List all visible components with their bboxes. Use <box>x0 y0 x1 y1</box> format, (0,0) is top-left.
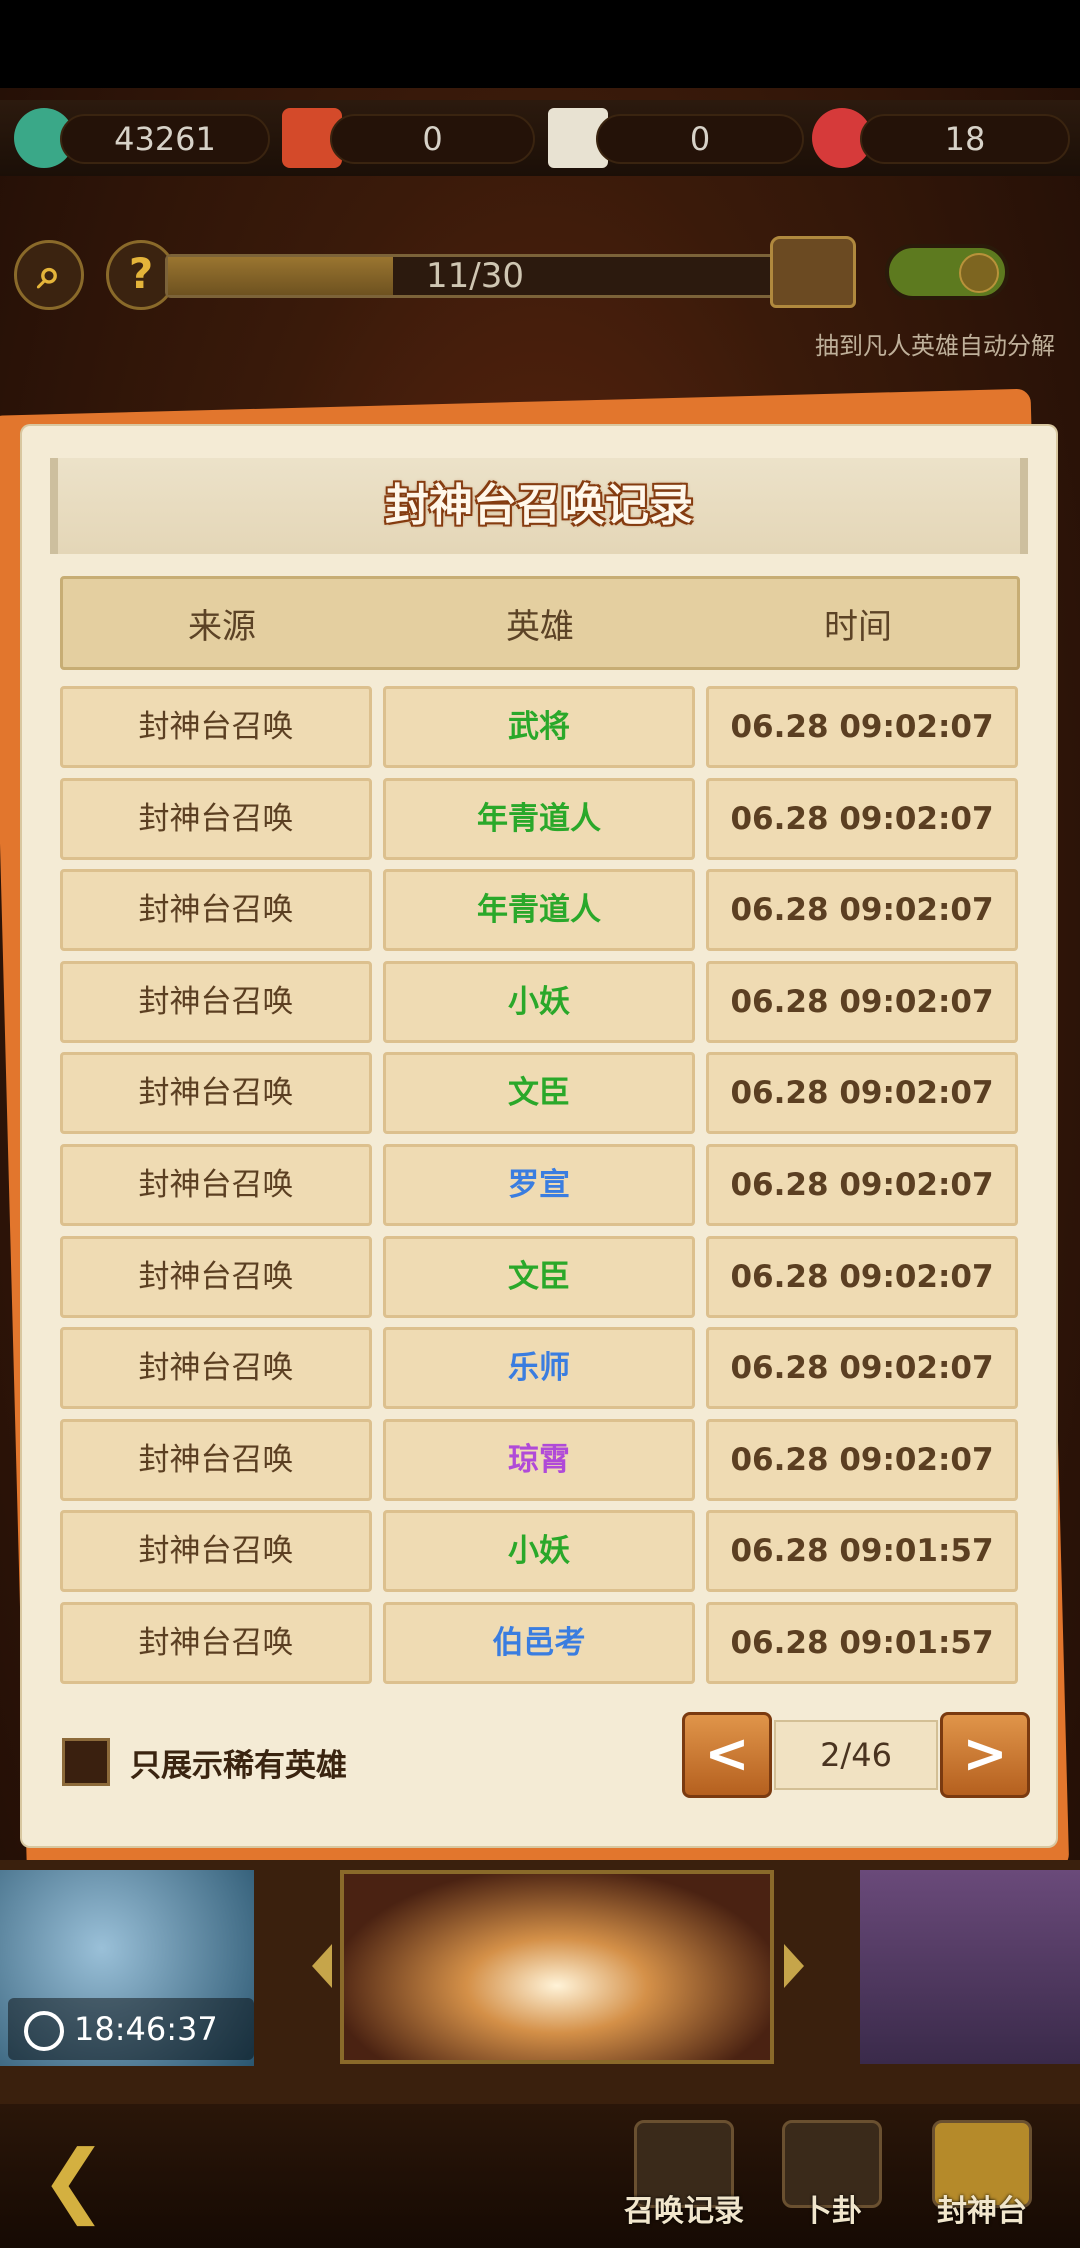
cell-hero: 文臣 <box>383 1235 695 1318</box>
next-page-button[interactable]: > <box>940 1712 1030 1798</box>
nav-summon-record[interactable]: 召唤记录 <box>614 2120 754 2248</box>
summon-portal-card[interactable] <box>340 1870 774 2064</box>
clock-icon <box>24 2011 64 2051</box>
rare-only-checkbox[interactable] <box>62 1738 110 1786</box>
currency-bar: 43261 0 0 18 <box>0 100 1080 176</box>
cell-source: 封神台召唤 <box>60 869 372 952</box>
timer-text: 18:46:37 <box>74 2010 218 2048</box>
table-row: 封神台召唤 伯邑考 06.28 09:01:57 <box>60 1601 1020 1694</box>
cell-source: 封神台召唤 <box>60 686 372 768</box>
back-arrow-icon[interactable]: ❮ <box>40 2140 150 2220</box>
jade-coin-amount: 43261 <box>60 114 270 164</box>
progress-text: 11/30 <box>426 256 524 296</box>
header-hero: 英雄 <box>506 606 574 647</box>
countdown-timer: 18:46:37 <box>8 1998 254 2060</box>
cell-hero: 武将 <box>383 686 695 768</box>
cell-source: 封神台召唤 <box>60 1510 372 1593</box>
cell-source: 封神台召唤 <box>60 1327 372 1410</box>
cell-time: 06.28 09:02:07 <box>706 1143 1018 1226</box>
cell-time: 06.28 09:02:07 <box>706 1327 1018 1410</box>
progress-bar: 11/30 <box>165 254 785 298</box>
cell-hero: 小妖 <box>383 1510 695 1593</box>
table-row: 封神台召唤 琼霄 06.28 09:02:07 <box>60 1418 1020 1511</box>
table-row: 封神台召唤 文臣 06.28 09:02:07 <box>60 1235 1020 1328</box>
table-header: 来源 英雄 时间 <box>60 576 1020 670</box>
header-time: 时间 <box>824 606 892 647</box>
cell-source: 封神台召唤 <box>60 1418 372 1501</box>
record-list[interactable]: 封神台召唤 武将 06.28 09:02:07 封神台召唤 年青道人 06.28 09:0… <box>60 686 1020 1694</box>
cell-source: 封神台召唤 <box>60 1235 372 1318</box>
auto-decompose-label: 抽到凡人英雄自动分解 <box>815 332 1055 360</box>
table-row: 封神台召唤 小妖 06.28 09:01:57 <box>60 1510 1020 1602</box>
title-banner: 封神台召唤记录 <box>50 458 1028 554</box>
cell-hero: 文臣 <box>383 1052 695 1135</box>
table-row: 封神台召唤 小妖 06.28 09:02:07 <box>60 960 1020 1053</box>
cell-time: 06.28 09:01:57 <box>706 1510 1018 1593</box>
cell-time: 06.28 09:02:07 <box>706 686 1018 768</box>
banner-right-arrow-icon[interactable] <box>784 1944 804 1988</box>
cell-time: 06.28 09:01:57 <box>706 1601 1018 1684</box>
cell-hero: 琼霄 <box>383 1418 695 1501</box>
cell-source: 封神台召唤 <box>60 1143 372 1226</box>
rare-only-label: 只展示稀有英雄 <box>130 1748 347 1784</box>
cell-time: 06.28 09:02:07 <box>706 1418 1018 1501</box>
cell-time: 06.28 09:02:07 <box>706 777 1018 860</box>
modal-title: 封神台召唤记录 <box>385 480 693 531</box>
cell-source: 封神台召唤 <box>60 960 372 1043</box>
status-bar <box>0 0 1080 88</box>
cell-time: 06.28 09:02:07 <box>706 1235 1018 1318</box>
banner-left-arrow-icon[interactable] <box>312 1944 332 1988</box>
cell-hero: 罗宣 <box>383 1143 695 1226</box>
cell-source: 封神台召唤 <box>60 1052 372 1135</box>
scroll-ticket-amount: 0 <box>596 114 804 164</box>
cell-hero: 年青道人 <box>383 777 695 860</box>
cell-source: 封神台召唤 <box>60 1601 372 1684</box>
cell-hero: 小妖 <box>383 960 695 1043</box>
header-source: 来源 <box>188 606 256 647</box>
nav-divination[interactable]: 卜卦 <box>762 2120 902 2248</box>
cell-time: 06.28 09:02:07 <box>706 960 1018 1043</box>
prev-page-button[interactable]: < <box>682 1712 772 1798</box>
search-icon[interactable]: ⌕ <box>14 240 84 310</box>
table-row: 封神台召唤 乐师 06.28 09:02:07 <box>60 1327 1020 1419</box>
table-row: 封神台召唤 罗宣 06.28 09:02:07 <box>60 1143 1020 1236</box>
nav-altar[interactable]: 封神台 <box>912 2120 1052 2248</box>
summon-record-modal: 封神台召唤记录 来源 英雄 时间 封神台召唤 武将 06.28 09:02:07 封神… <box>22 426 1056 1846</box>
cell-hero: 伯邑考 <box>383 1601 695 1684</box>
hero-banner-card[interactable] <box>860 1870 1080 2064</box>
cell-hero: 乐师 <box>383 1327 695 1410</box>
pager: < 2/46 > <box>682 1712 1030 1798</box>
treasure-chest-icon[interactable] <box>770 236 856 308</box>
cell-time: 06.28 09:02:07 <box>706 869 1018 952</box>
toggle-knob <box>959 253 999 293</box>
auto-decompose-toggle[interactable] <box>885 244 1009 300</box>
table-row: 封神台召唤 年青道人 06.28 09:02:07 <box>60 869 1020 961</box>
page-indicator: 2/46 <box>774 1720 938 1790</box>
red-envelope-amount: 0 <box>330 114 535 164</box>
cell-time: 06.28 09:02:07 <box>706 1052 1018 1135</box>
cell-hero: 年青道人 <box>383 869 695 952</box>
table-row: 封神台召唤 年青道人 06.28 09:02:07 <box>60 777 1020 870</box>
table-row: 封神台召唤 武将 06.28 09:02:07 <box>60 686 1020 778</box>
table-row: 封神台召唤 文臣 06.28 09:02:07 <box>60 1052 1020 1144</box>
cell-source: 封神台召唤 <box>60 777 372 860</box>
heart-amount: 18 <box>860 114 1070 164</box>
